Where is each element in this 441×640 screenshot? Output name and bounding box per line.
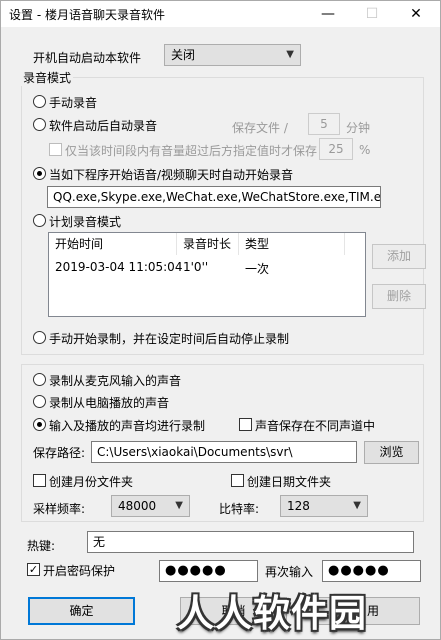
save-every-unit: 分钟 bbox=[346, 121, 371, 135]
chevron-down-icon: ▼ bbox=[353, 500, 361, 511]
sample-rate-value: 48000 bbox=[118, 499, 157, 513]
row-start: 2019-03-04 11:05:04 bbox=[55, 260, 183, 274]
save-path-label: 保存路径: bbox=[33, 446, 86, 460]
month-folder-label: 创建月份文件夹 bbox=[49, 475, 134, 489]
radio-manual[interactable] bbox=[33, 95, 46, 108]
autostart-label: 开机自动启动本软件 bbox=[33, 51, 142, 65]
radio-pc[interactable] bbox=[33, 395, 46, 408]
radio-on-program-label: 当如下程序开始语音/视频聊天时自动开始录音 bbox=[49, 168, 294, 182]
sample-rate-label: 采样频率: bbox=[33, 502, 86, 516]
radio-mic[interactable] bbox=[33, 373, 46, 386]
only-volume-unit: % bbox=[359, 143, 371, 157]
bitrate-value: 128 bbox=[287, 499, 310, 513]
save-path-input[interactable]: C:\Users\xiaokai\Documents\svr\ bbox=[91, 441, 357, 463]
date-folder-label: 创建日期文件夹 bbox=[247, 475, 332, 489]
column-header-duration[interactable]: 录音时长 bbox=[177, 233, 239, 255]
maximize-button[interactable]: ☐ bbox=[350, 1, 394, 27]
password-confirm-label: 再次输入 bbox=[265, 565, 314, 579]
radio-manual-timed-label: 手动开始录制，并在设定时间后自动停止录制 bbox=[49, 332, 290, 346]
save-every-input[interactable]: 5 bbox=[308, 113, 340, 135]
month-folder-checkbox[interactable] bbox=[33, 474, 46, 487]
password-confirm-input[interactable]: ●●●●● bbox=[322, 560, 421, 582]
radio-both-label: 输入及播放的声音均进行录制 bbox=[49, 419, 206, 433]
radio-mic-label: 录制从麦克风输入的声音 bbox=[49, 374, 182, 388]
radio-scheduled[interactable] bbox=[33, 214, 46, 227]
only-volume-label: 仅当该时间段内有音量超过后方指定值时才保存 bbox=[65, 144, 318, 158]
watermark-logo: 人人软件园 bbox=[177, 592, 367, 635]
only-volume-input[interactable]: 25 bbox=[319, 138, 353, 160]
close-button[interactable]: ✕ bbox=[394, 1, 438, 27]
window-title: 设置 - 楼月语音聊天录音软件 bbox=[9, 8, 165, 22]
sample-rate-select[interactable]: 48000 ▼ bbox=[111, 495, 190, 517]
hotkey-input[interactable]: 无 bbox=[87, 531, 414, 553]
password-input[interactable]: ●●●●● bbox=[159, 560, 258, 582]
radio-manual-timed[interactable] bbox=[33, 331, 46, 344]
table-row[interactable]: 2019-03-04 11:05:04 1'0'' 一次 bbox=[49, 257, 365, 277]
radio-manual-label: 手动录音 bbox=[49, 96, 98, 110]
row-duration: 1'0'' bbox=[183, 260, 209, 274]
programs-input[interactable]: QQ.exe,Skype.exe,WeChat.exe,WeChatStore.… bbox=[47, 186, 381, 208]
radio-auto-after-start-label: 软件启动后自动录音 bbox=[49, 119, 158, 133]
autostart-value: 关闭 bbox=[171, 48, 196, 62]
separate-channels-checkbox[interactable] bbox=[239, 418, 252, 431]
minimize-button[interactable]: — bbox=[306, 1, 350, 27]
schedule-table[interactable]: 开始时间 录音时长 类型 2019-03-04 11:05:04 1'0'' 一… bbox=[48, 232, 366, 317]
password-protect-label: 开启密码保护 bbox=[43, 564, 116, 578]
delete-schedule-button[interactable]: 删除 bbox=[372, 284, 426, 309]
bitrate-select[interactable]: 128 ▼ bbox=[280, 495, 368, 517]
record-mode-group-title: 录音模式 bbox=[21, 69, 74, 86]
row-type: 一次 bbox=[245, 262, 270, 276]
radio-pc-label: 录制从电脑播放的声音 bbox=[49, 396, 170, 410]
only-volume-checkbox[interactable] bbox=[49, 143, 62, 156]
radio-scheduled-label: 计划录音模式 bbox=[49, 215, 122, 229]
title-bar: 设置 - 楼月语音聊天录音软件 — ☐ ✕ bbox=[1, 1, 440, 27]
column-header-start[interactable]: 开始时间 bbox=[49, 233, 177, 255]
radio-auto-after-start[interactable] bbox=[33, 118, 46, 131]
date-folder-checkbox[interactable] bbox=[231, 474, 244, 487]
add-schedule-button[interactable]: 添加 bbox=[372, 244, 426, 269]
bitrate-label: 比特率: bbox=[219, 502, 260, 516]
password-protect-checkbox[interactable]: ✓ bbox=[27, 563, 40, 576]
separate-channels-label: 声音保存在不同声道中 bbox=[255, 419, 376, 433]
column-header-type[interactable]: 类型 bbox=[239, 233, 345, 255]
radio-on-program[interactable] bbox=[33, 167, 46, 180]
autostart-select[interactable]: 关闭 ▼ bbox=[164, 44, 301, 66]
ok-button[interactable]: 确定 bbox=[28, 597, 135, 625]
browse-button[interactable]: 浏览 bbox=[364, 441, 419, 464]
chevron-down-icon: ▼ bbox=[286, 49, 294, 60]
chevron-down-icon: ▼ bbox=[175, 500, 183, 511]
radio-both[interactable] bbox=[33, 418, 46, 431]
hotkey-label: 热键: bbox=[27, 539, 56, 553]
save-every-label: 保存文件 / bbox=[232, 121, 288, 135]
settings-window: 设置 - 楼月语音聊天录音软件 — ☐ ✕ 开机自动启动本软件 关闭 ▼ 录音模… bbox=[0, 0, 441, 640]
